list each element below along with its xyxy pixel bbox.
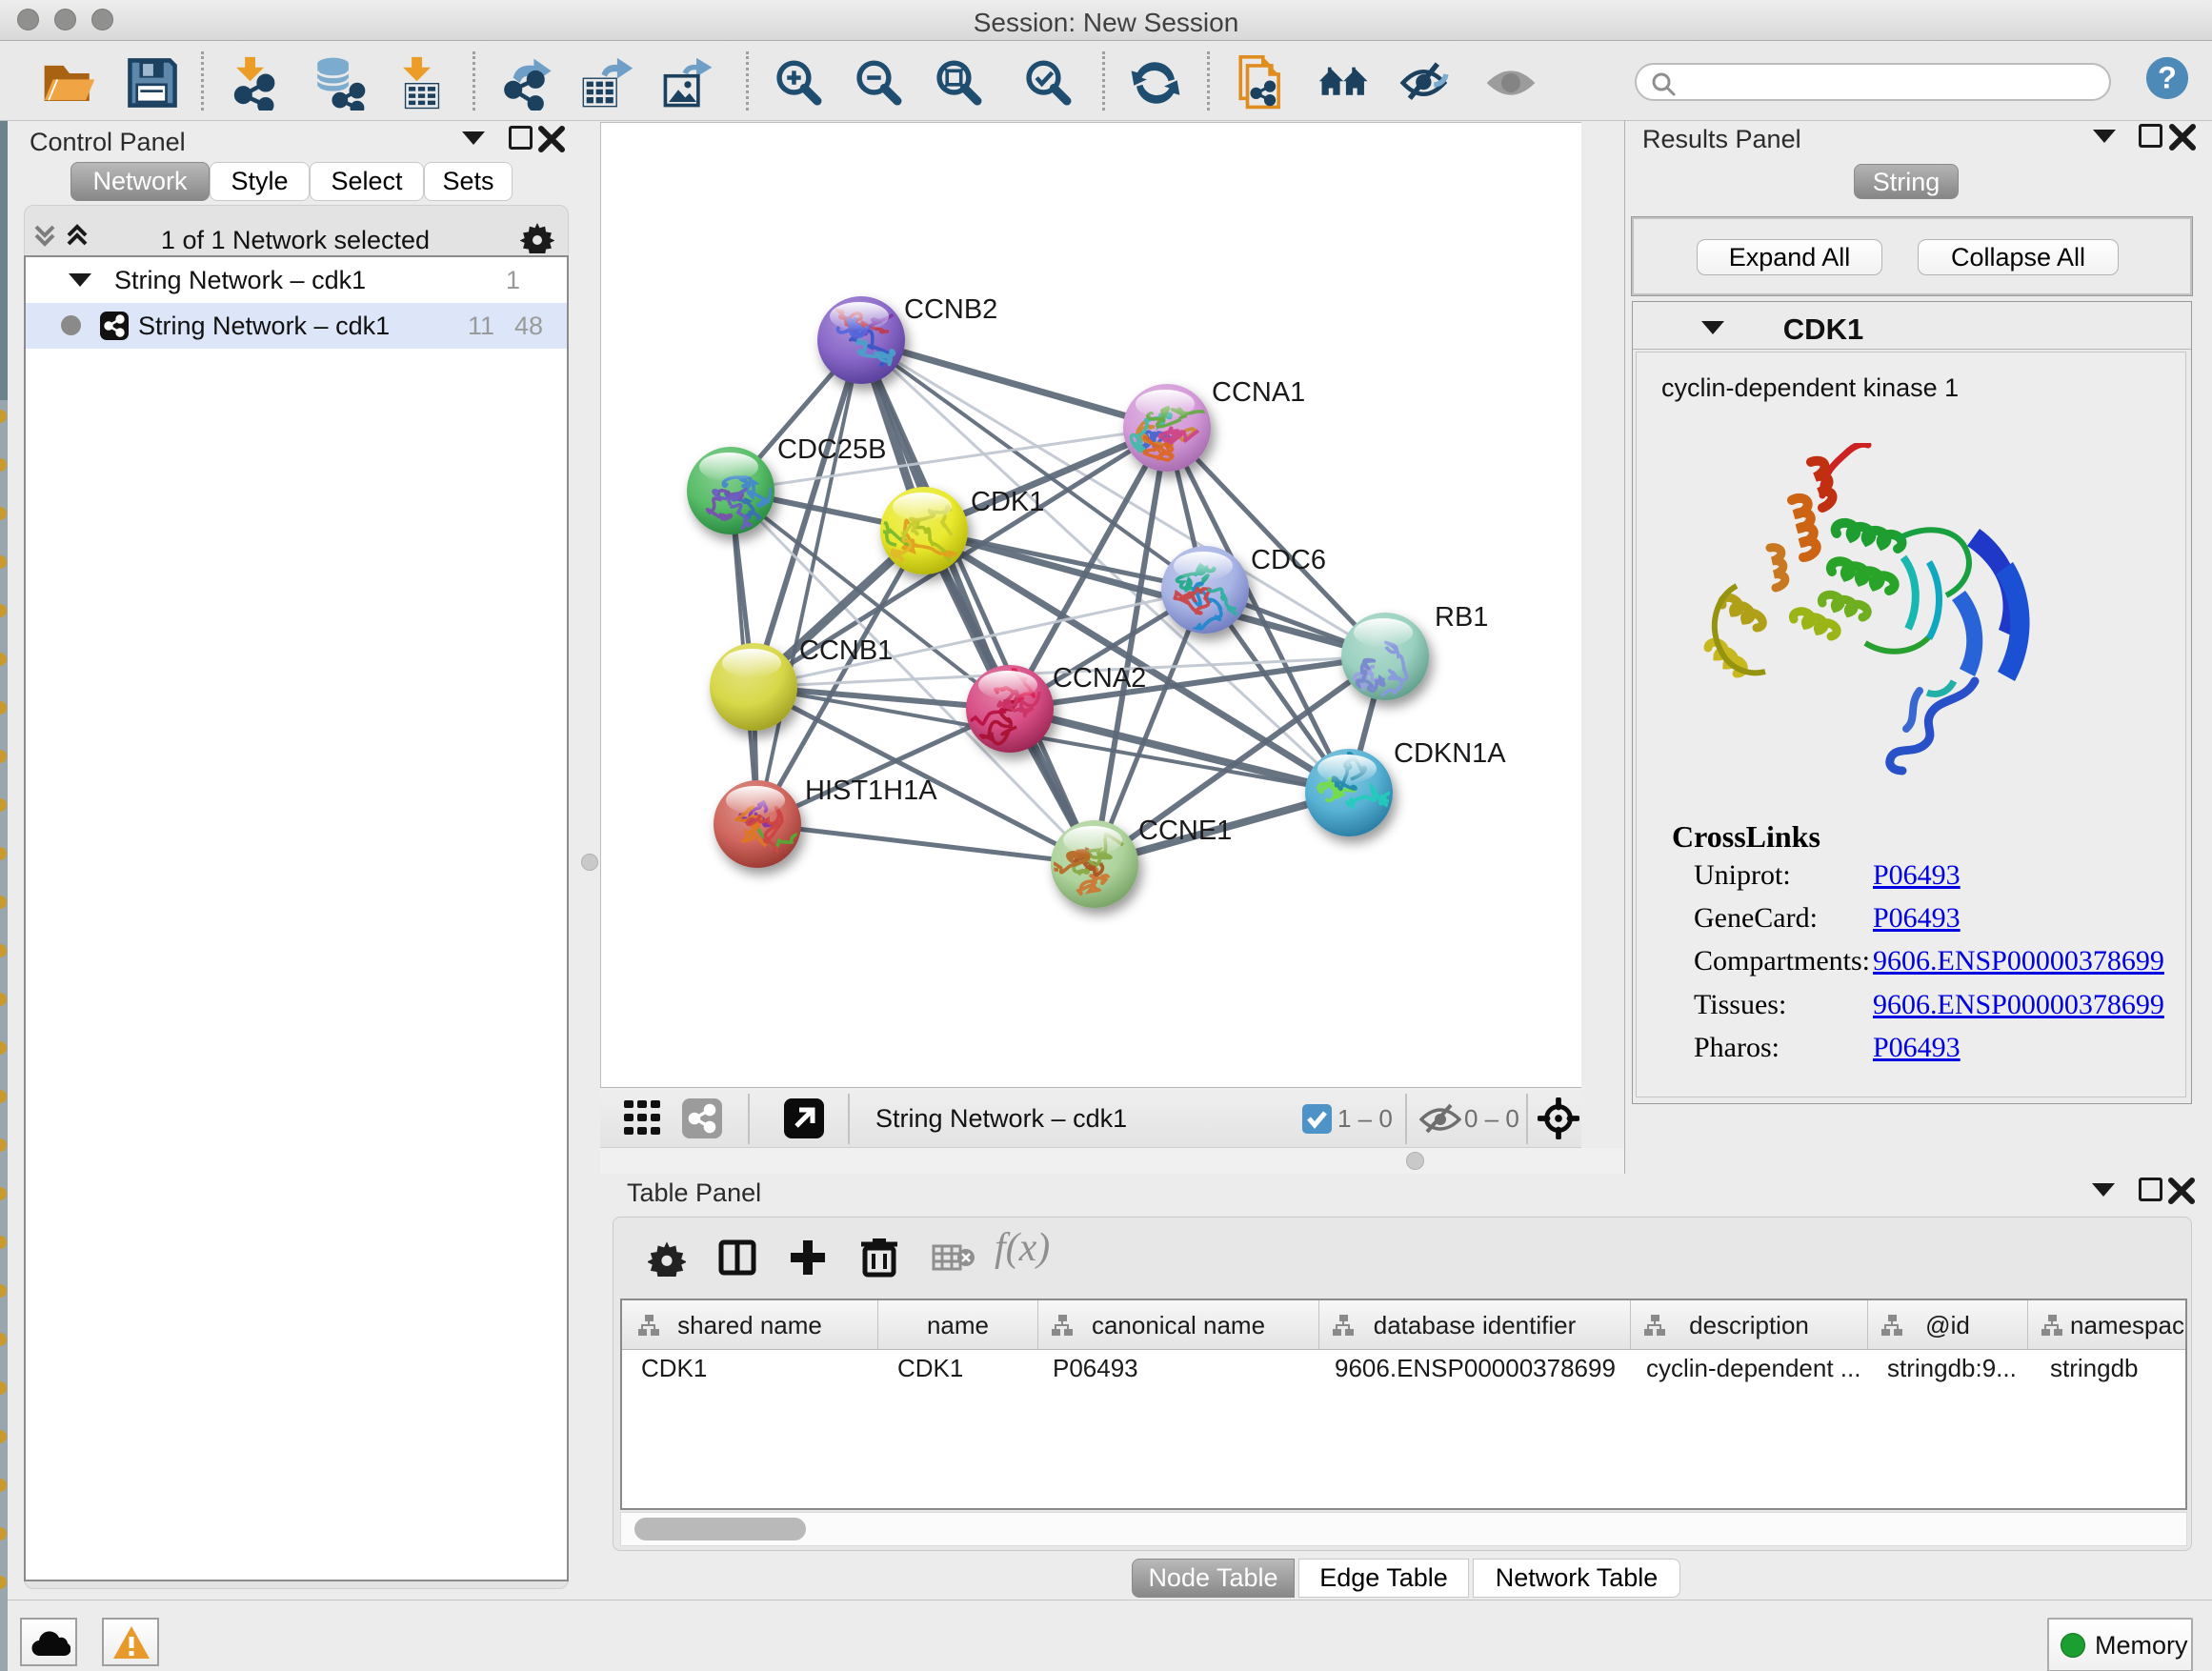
svg-text:CCNB2: CCNB2 [904,294,997,325]
svg-text:RB1: RB1 [1435,602,1488,633]
svg-text:CDC6: CDC6 [1251,545,1326,575]
svg-text:HIST1H1A: HIST1H1A [805,775,937,806]
svg-text:CDC25B: CDC25B [777,434,886,465]
svg-text:CDK1: CDK1 [971,487,1044,517]
svg-text:CCNE1: CCNE1 [1138,815,1232,846]
svg-text:CCNA2: CCNA2 [1053,663,1146,694]
svg-text:CCNB1: CCNB1 [799,635,893,666]
svg-text:CDKN1A: CDKN1A [1394,738,1506,769]
svg-text:CCNA1: CCNA1 [1212,377,1305,408]
svg-text:?: ? [2158,60,2177,95]
